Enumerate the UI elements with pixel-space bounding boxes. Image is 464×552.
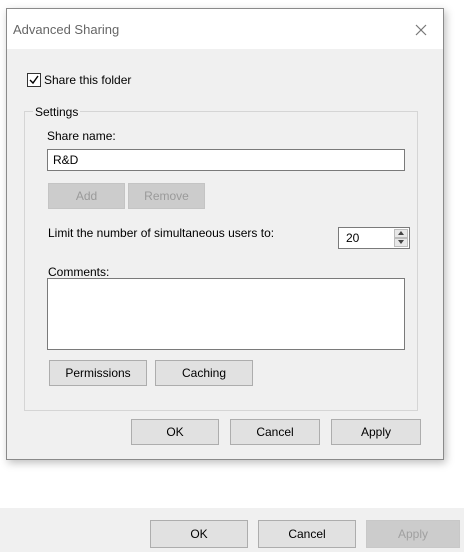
dialog-title: Advanced Sharing <box>13 22 120 37</box>
comments-textarea[interactable] <box>47 278 405 350</box>
parent-ok-button[interactable]: OK <box>150 520 248 548</box>
permissions-button[interactable]: Permissions <box>49 360 147 386</box>
parent-cancel-button[interactable]: Cancel <box>258 520 356 548</box>
advanced-sharing-dialog: Advanced Sharing Share this folder Setti… <box>6 8 444 460</box>
dialog-titlebar[interactable]: Advanced Sharing <box>7 9 443 49</box>
checkmark-icon <box>29 75 39 85</box>
share-name-label: Share name: <box>47 129 116 143</box>
share-folder-checkbox[interactable] <box>27 73 41 87</box>
apply-button[interactable]: Apply <box>331 419 421 445</box>
add-button: Add <box>48 183 125 209</box>
parent-apply-button: Apply <box>366 520 460 548</box>
cancel-button[interactable]: Cancel <box>230 419 320 445</box>
comments-label: Comments: <box>48 265 110 279</box>
share-folder-label[interactable]: Share this folder <box>44 73 131 87</box>
user-limit-spinner[interactable]: 20 <box>338 227 410 249</box>
ok-button[interactable]: OK <box>131 419 219 445</box>
remove-button: Remove <box>128 183 205 209</box>
caching-button[interactable]: Caching <box>155 360 253 386</box>
share-name-input[interactable]: R&D <box>47 149 405 171</box>
settings-group-label: Settings <box>33 105 81 119</box>
user-limit-label: Limit the number of simultaneous users t… <box>48 226 275 240</box>
close-icon[interactable] <box>409 17 433 41</box>
spin-up-icon[interactable] <box>394 229 408 238</box>
user-limit-value[interactable]: 20 <box>346 231 359 245</box>
spin-down-icon[interactable] <box>394 238 408 247</box>
